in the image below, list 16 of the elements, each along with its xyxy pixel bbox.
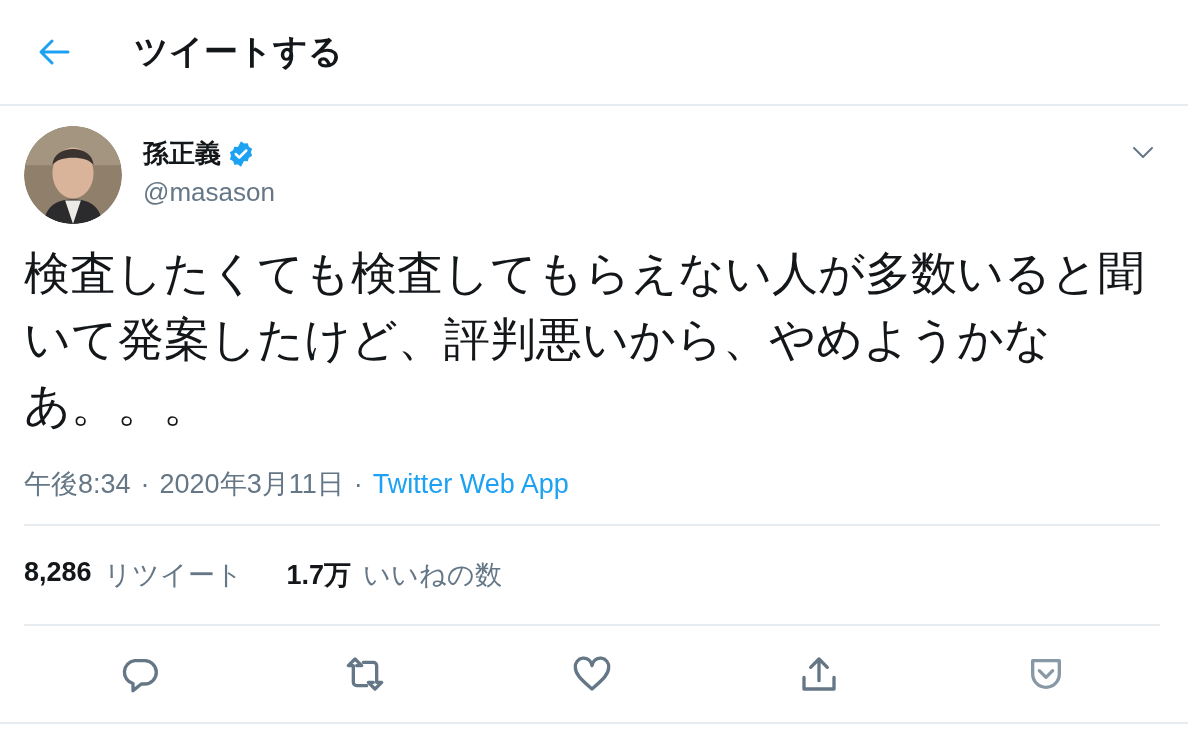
source-link[interactable]: Twitter Web App: [372, 468, 569, 500]
stat-label[interactable]: リツイート: [103, 557, 243, 593]
stat-count[interactable]: 8,286: [24, 557, 92, 593]
author-handle[interactable]: @masason: [143, 177, 1132, 208]
retweet-icon[interactable]: [344, 654, 385, 694]
caret-icon[interactable]: [1132, 146, 1154, 159]
tweet-date: 2020年3月11日: [159, 468, 344, 501]
separator: ·: [140, 468, 150, 500]
tweet-text: 検査したくても検査してもらえない人が多数いると聞いて発案したけど、評判悪いから、やめようかなあ。。。: [24, 245, 1145, 434]
tweet-time[interactable]: 午後8:34: [24, 466, 131, 502]
stat-label[interactable]: いいねの数: [363, 557, 503, 593]
separator: ·: [353, 468, 363, 500]
stat-count[interactable]: 1.7万: [286, 557, 352, 593]
heart-icon[interactable]: [572, 654, 612, 694]
page-title: ツイートする: [134, 30, 343, 73]
author-name[interactable]: 孫正義: [143, 136, 221, 171]
